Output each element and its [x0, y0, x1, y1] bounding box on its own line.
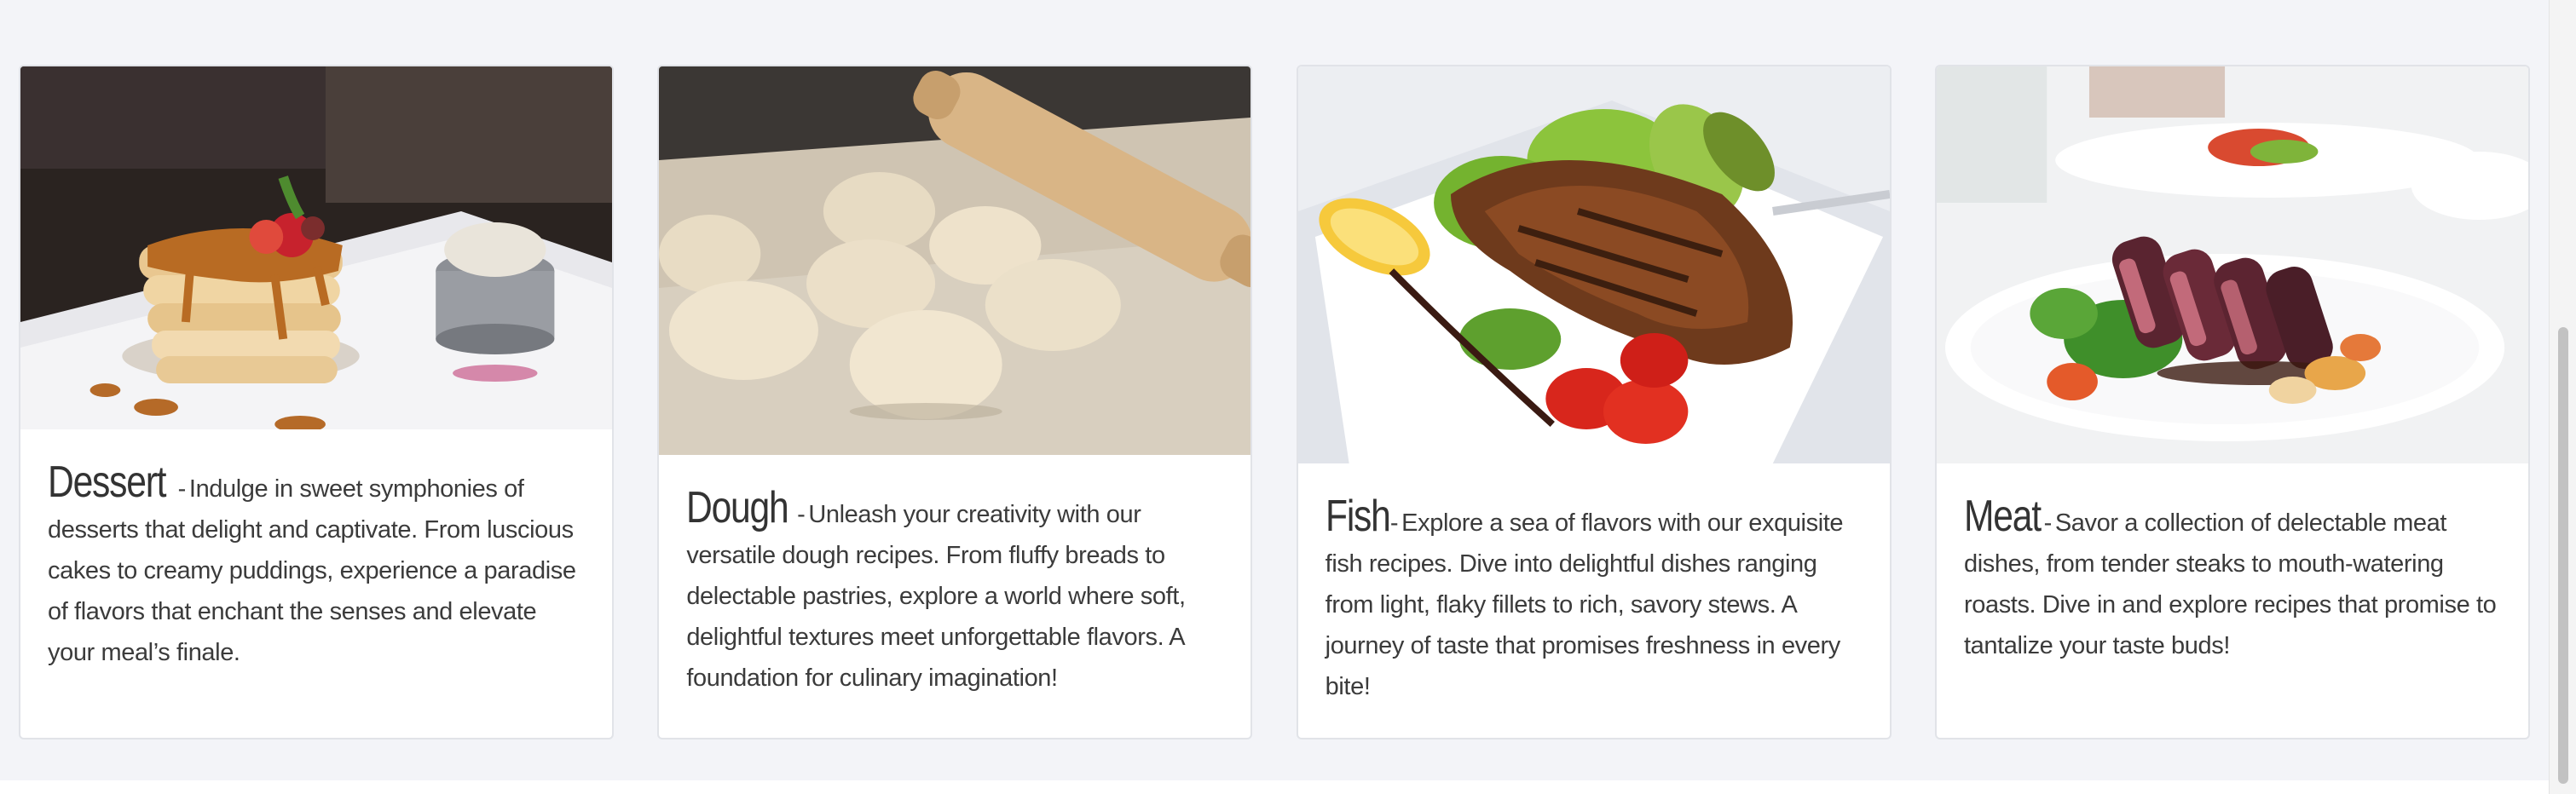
pancake-stack-photo: [20, 66, 612, 429]
category-card-fish[interactable]: Fish- Explore a sea of flavors with our e…: [1296, 65, 1892, 739]
fish-image[interactable]: [1297, 66, 1890, 463]
page-background: Dessert - Indulge in sweet symphonies of d…: [0, 0, 2549, 780]
dough-balls-rolling-pin-photo: [659, 66, 1251, 455]
page-footer-strip: [0, 780, 2549, 794]
card-description: Explore a sea of flavors with our exquis…: [1325, 509, 1844, 700]
card-title[interactable]: Fish: [1326, 494, 1391, 538]
fish-card-body: Fish- Explore a sea of flavors with our e…: [1298, 463, 1890, 707]
card-title[interactable]: Dough: [686, 486, 789, 530]
category-card-meat[interactable]: Meat - Savor a collection of delectable me…: [1934, 65, 2530, 739]
dough-card-body: Dough - Unleash your creativity with our v…: [659, 455, 1250, 699]
category-card-dough[interactable]: Dough - Unleash your creativity with our v…: [657, 65, 1253, 739]
category-card-dessert[interactable]: Dessert - Indulge in sweet symphonies of d…: [19, 65, 614, 739]
grilled-salmon-plate-photo: [1297, 66, 1890, 463]
category-card-grid: Dessert - Indulge in sweet symphonies of d…: [19, 65, 2530, 739]
title-separator: -: [797, 501, 806, 528]
card-title[interactable]: Dessert: [48, 460, 167, 504]
sliced-meat-plate-photo: [1936, 66, 2528, 463]
title-separator: -: [1389, 509, 1399, 537]
meat-image[interactable]: [1936, 66, 2528, 463]
dough-image[interactable]: [659, 66, 1251, 455]
title-separator: -: [2043, 509, 2053, 537]
title-separator: -: [177, 475, 187, 503]
meat-card-body: Meat - Savor a collection of delectable me…: [1937, 463, 2528, 666]
dessert-card-body: Dessert - Indulge in sweet symphonies of d…: [20, 429, 612, 673]
dessert-image[interactable]: [20, 66, 612, 429]
scrollbar-thumb[interactable]: [2558, 327, 2568, 784]
vertical-scrollbar[interactable]: [2549, 0, 2576, 794]
card-title[interactable]: Meat: [1964, 494, 2042, 538]
